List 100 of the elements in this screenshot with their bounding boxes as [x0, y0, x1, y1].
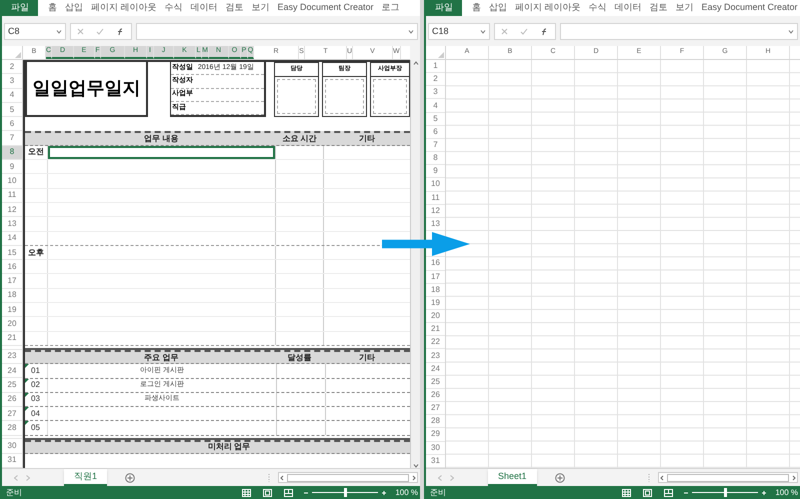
vertical-scrollbar[interactable] [410, 60, 420, 468]
ribbon-tab[interactable]: 파일 [426, 0, 462, 16]
row-header[interactable]: 21 [2, 332, 22, 346]
row-header[interactable]: 25 [426, 376, 445, 389]
slider-thumb[interactable] [724, 488, 727, 497]
ribbon-tab[interactable]: 삽입 [485, 0, 511, 16]
row-header[interactable]: 6 [426, 126, 445, 139]
zoom-in-icon[interactable] [381, 490, 388, 496]
row-header[interactable]: 26 [2, 392, 22, 407]
zoom-in-icon[interactable] [761, 490, 768, 496]
formula-input[interactable] [136, 23, 418, 40]
ribbon-tab[interactable]: 홈 [44, 0, 61, 16]
row-header[interactable]: 27 [426, 402, 445, 416]
scroll-left-icon[interactable] [659, 474, 665, 480]
ribbon-tab[interactable]: 페이지 레이아웃 [511, 0, 585, 16]
row-header[interactable]: 8 [426, 152, 445, 166]
row-header[interactable]: 13 [426, 218, 445, 232]
row-header[interactable]: 4 [2, 88, 22, 103]
row-header[interactable]: 22 [426, 336, 445, 350]
row-header[interactable]: 1 [426, 60, 445, 74]
row-header[interactable]: 30 [2, 439, 22, 454]
row-header[interactable]: 18 [426, 284, 445, 297]
page-break-icon[interactable] [284, 488, 294, 496]
ribbon-tab[interactable]: 로그 [378, 0, 404, 16]
sheet-tab[interactable]: Sheet1 [488, 469, 537, 486]
ribbon-tab[interactable]: 데이터 [610, 0, 646, 16]
ribbon-tab[interactable]: 보기 [248, 0, 274, 16]
scroll-left-icon[interactable] [279, 474, 285, 480]
zoom-out-icon[interactable] [303, 490, 310, 496]
row-header[interactable]: 31 [426, 454, 445, 468]
ribbon-tab[interactable]: Easy Document Creator [698, 0, 800, 16]
grid-view-icon[interactable] [622, 488, 632, 496]
row-header[interactable]: 14 [2, 232, 22, 246]
slider-thumb[interactable] [344, 488, 347, 497]
row-header[interactable]: 9 [2, 160, 22, 174]
scroll-down-icon[interactable] [412, 464, 418, 468]
expand-icon[interactable] [408, 30, 414, 34]
row-header[interactable]: 7 [426, 138, 445, 152]
row-header[interactable]: 13 [2, 217, 22, 232]
row-header[interactable]: 5 [426, 112, 445, 126]
row-header[interactable]: 6 [2, 117, 22, 132]
ribbon-tab[interactable]: 수식 [160, 0, 187, 16]
row-header[interactable]: 17 [426, 270, 445, 284]
page-layout-icon[interactable] [643, 488, 652, 496]
function-icon[interactable] [540, 28, 549, 36]
dropdown-icon[interactable] [480, 30, 486, 34]
name-box[interactable]: C8 [4, 23, 66, 40]
row-header[interactable]: 24 [2, 364, 22, 378]
add-sheet-icon[interactable] [554, 472, 565, 482]
row-header[interactable]: 10 [2, 174, 22, 189]
row-header[interactable]: 18 [2, 288, 22, 304]
ribbon-tab[interactable]: 보기 [672, 0, 698, 16]
page-break-icon[interactable] [664, 488, 674, 496]
row-header[interactable]: 23 [426, 349, 445, 363]
zoom-out-icon[interactable] [683, 490, 690, 496]
ribbon-tab[interactable]: 페이지 레이아웃 [87, 0, 161, 16]
selected-cell[interactable] [48, 146, 275, 160]
check-icon[interactable] [96, 28, 104, 35]
name-box[interactable]: C18 [428, 23, 490, 40]
page-layout-icon[interactable] [263, 488, 272, 496]
horizontal-scrollbar[interactable] [278, 472, 418, 483]
row-header[interactable]: 8 [2, 146, 22, 160]
row-header[interactable]: 11 [426, 192, 445, 205]
row-header[interactable]: 31 [2, 454, 22, 468]
row-header[interactable]: 30 [426, 442, 445, 455]
sheet-tab[interactable]: 직원1 [64, 469, 108, 486]
check-icon[interactable] [520, 28, 528, 35]
row-header[interactable]: 29 [426, 428, 445, 442]
function-icon[interactable] [116, 28, 125, 36]
add-sheet-icon[interactable] [125, 472, 136, 482]
row-header[interactable]: 16 [2, 260, 22, 274]
ribbon-tab[interactable]: 홈 [468, 0, 485, 16]
row-header[interactable]: 19 [2, 303, 22, 318]
row-header[interactable]: 12 [426, 204, 445, 218]
row-header[interactable]: 20 [426, 310, 445, 324]
ribbon-tab[interactable]: 검토 [646, 0, 672, 16]
row-header[interactable]: 10 [426, 178, 445, 192]
ribbon-tab[interactable]: 검토 [222, 0, 248, 16]
row-header[interactable]: 9 [426, 165, 445, 178]
row-header[interactable]: 3 [426, 86, 445, 100]
row-header[interactable]: 19 [426, 296, 445, 310]
scroll-right-icon[interactable] [411, 474, 417, 480]
row-header[interactable]: 26 [426, 388, 445, 402]
row-header[interactable]: 2 [2, 60, 22, 74]
row-header[interactable]: 28 [2, 421, 22, 436]
dropdown-icon[interactable] [56, 30, 62, 34]
row-header[interactable]: 23 [2, 350, 22, 364]
ribbon-tab[interactable]: 수식 [584, 0, 611, 16]
ribbon-tab[interactable]: Easy Document Creator [274, 0, 378, 16]
row-header[interactable]: 25 [2, 378, 22, 393]
row-header[interactable]: 11 [2, 188, 22, 203]
formula-input[interactable] [560, 23, 798, 40]
row-header[interactable]: 2 [426, 73, 445, 86]
scroll-up-icon[interactable] [412, 61, 418, 65]
row-header[interactable]: 20 [2, 317, 22, 332]
row-header[interactable]: 24 [426, 362, 445, 376]
expand-icon[interactable] [788, 30, 794, 34]
row-header[interactable]: 3 [2, 74, 22, 89]
grid-view-icon[interactable] [242, 488, 252, 496]
row-header[interactable]: 21 [426, 323, 445, 336]
